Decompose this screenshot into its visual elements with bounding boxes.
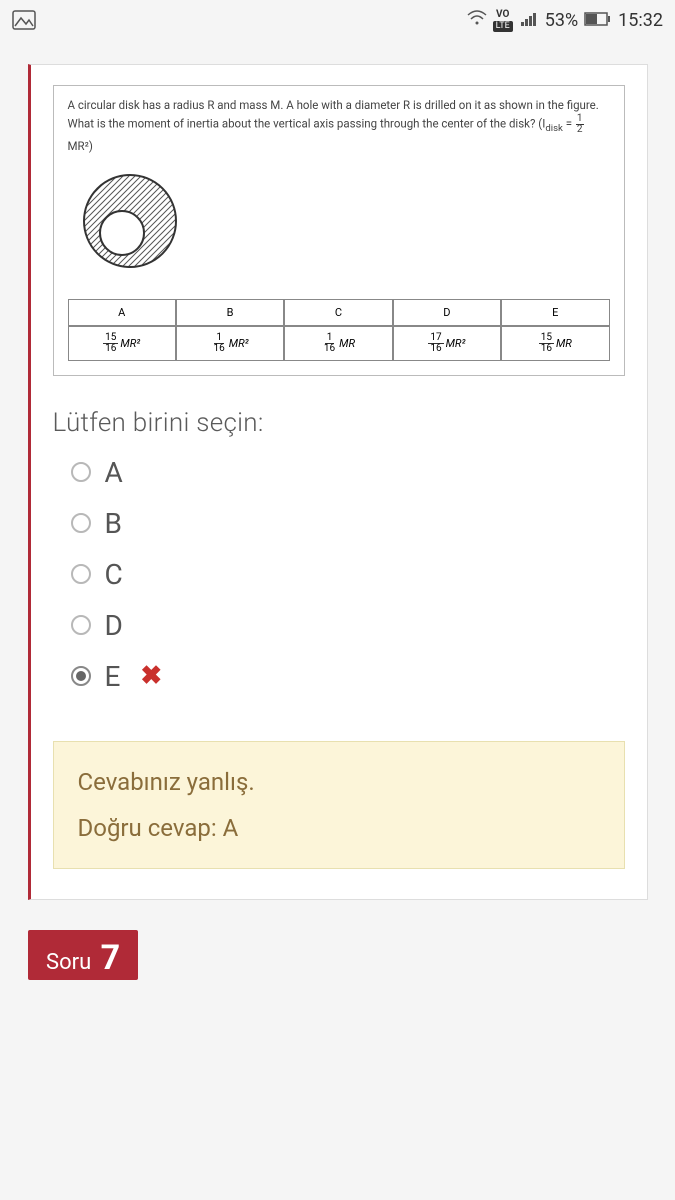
question-content: A circular disk has a radius R and mass … [53,85,625,376]
option-cell-c: 116MR [284,326,392,361]
battery-icon [584,10,610,31]
option-header-d: D [393,299,501,326]
clock-time: 15:32 [618,10,663,31]
gallery-icon [12,10,36,30]
choice-d[interactable]: D [71,609,625,642]
wrong-icon: ✖ [140,661,162,691]
radio-c[interactable] [71,564,91,584]
volte-icon: VO LTE [493,9,513,32]
feedback-wrong: Cevabınız yanlış. [78,768,600,796]
wifi-icon [467,10,487,31]
choice-label-a: A [105,456,123,489]
next-question-label: Soru [46,950,91,975]
feedback-correct: Doğru cevap: A [78,814,600,842]
option-cell-d: 1716MR² [393,326,501,361]
option-cell-e: 1516MR [501,326,609,361]
choice-label-d: D [105,609,123,642]
option-cell-b: 116MR² [176,326,284,361]
choice-b[interactable]: B [71,507,625,540]
disk-figure [80,171,610,275]
choice-c[interactable]: C [71,558,625,591]
choice-label-c: C [105,558,123,591]
feedback-box: Cevabınız yanlış. Doğru cevap: A [53,741,625,869]
option-header-e: E [501,299,609,326]
next-question-button[interactable]: Soru 7 [28,930,138,980]
choice-label-b: B [105,507,122,540]
radio-a[interactable] [71,462,91,482]
question-card: A circular disk has a radius R and mass … [28,64,648,900]
question-text: A circular disk has a radius R and mass … [68,96,610,155]
option-cell-a: 1516MR² [68,326,176,361]
choose-one-label: Lütfen birini seçin: [53,408,625,438]
option-header-a: A [68,299,176,326]
battery-percent: 53% [545,10,578,31]
radio-e[interactable] [71,666,91,686]
choice-label-e: E [105,660,121,693]
options-table: A B C D E 1516MR² 116MR² 116MR 1716MR² 1… [68,299,610,361]
choice-e[interactable]: E ✖ [71,660,625,693]
signal-icon [519,10,539,31]
next-question-number: 7 [101,938,121,978]
radio-d[interactable] [71,615,91,635]
status-bar: VO LTE 53% 15:32 [0,0,675,40]
choice-a[interactable]: A [71,456,625,489]
radio-b[interactable] [71,513,91,533]
option-header-b: B [176,299,284,326]
option-header-c: C [284,299,392,326]
choice-list: A B C D E ✖ [53,456,625,693]
